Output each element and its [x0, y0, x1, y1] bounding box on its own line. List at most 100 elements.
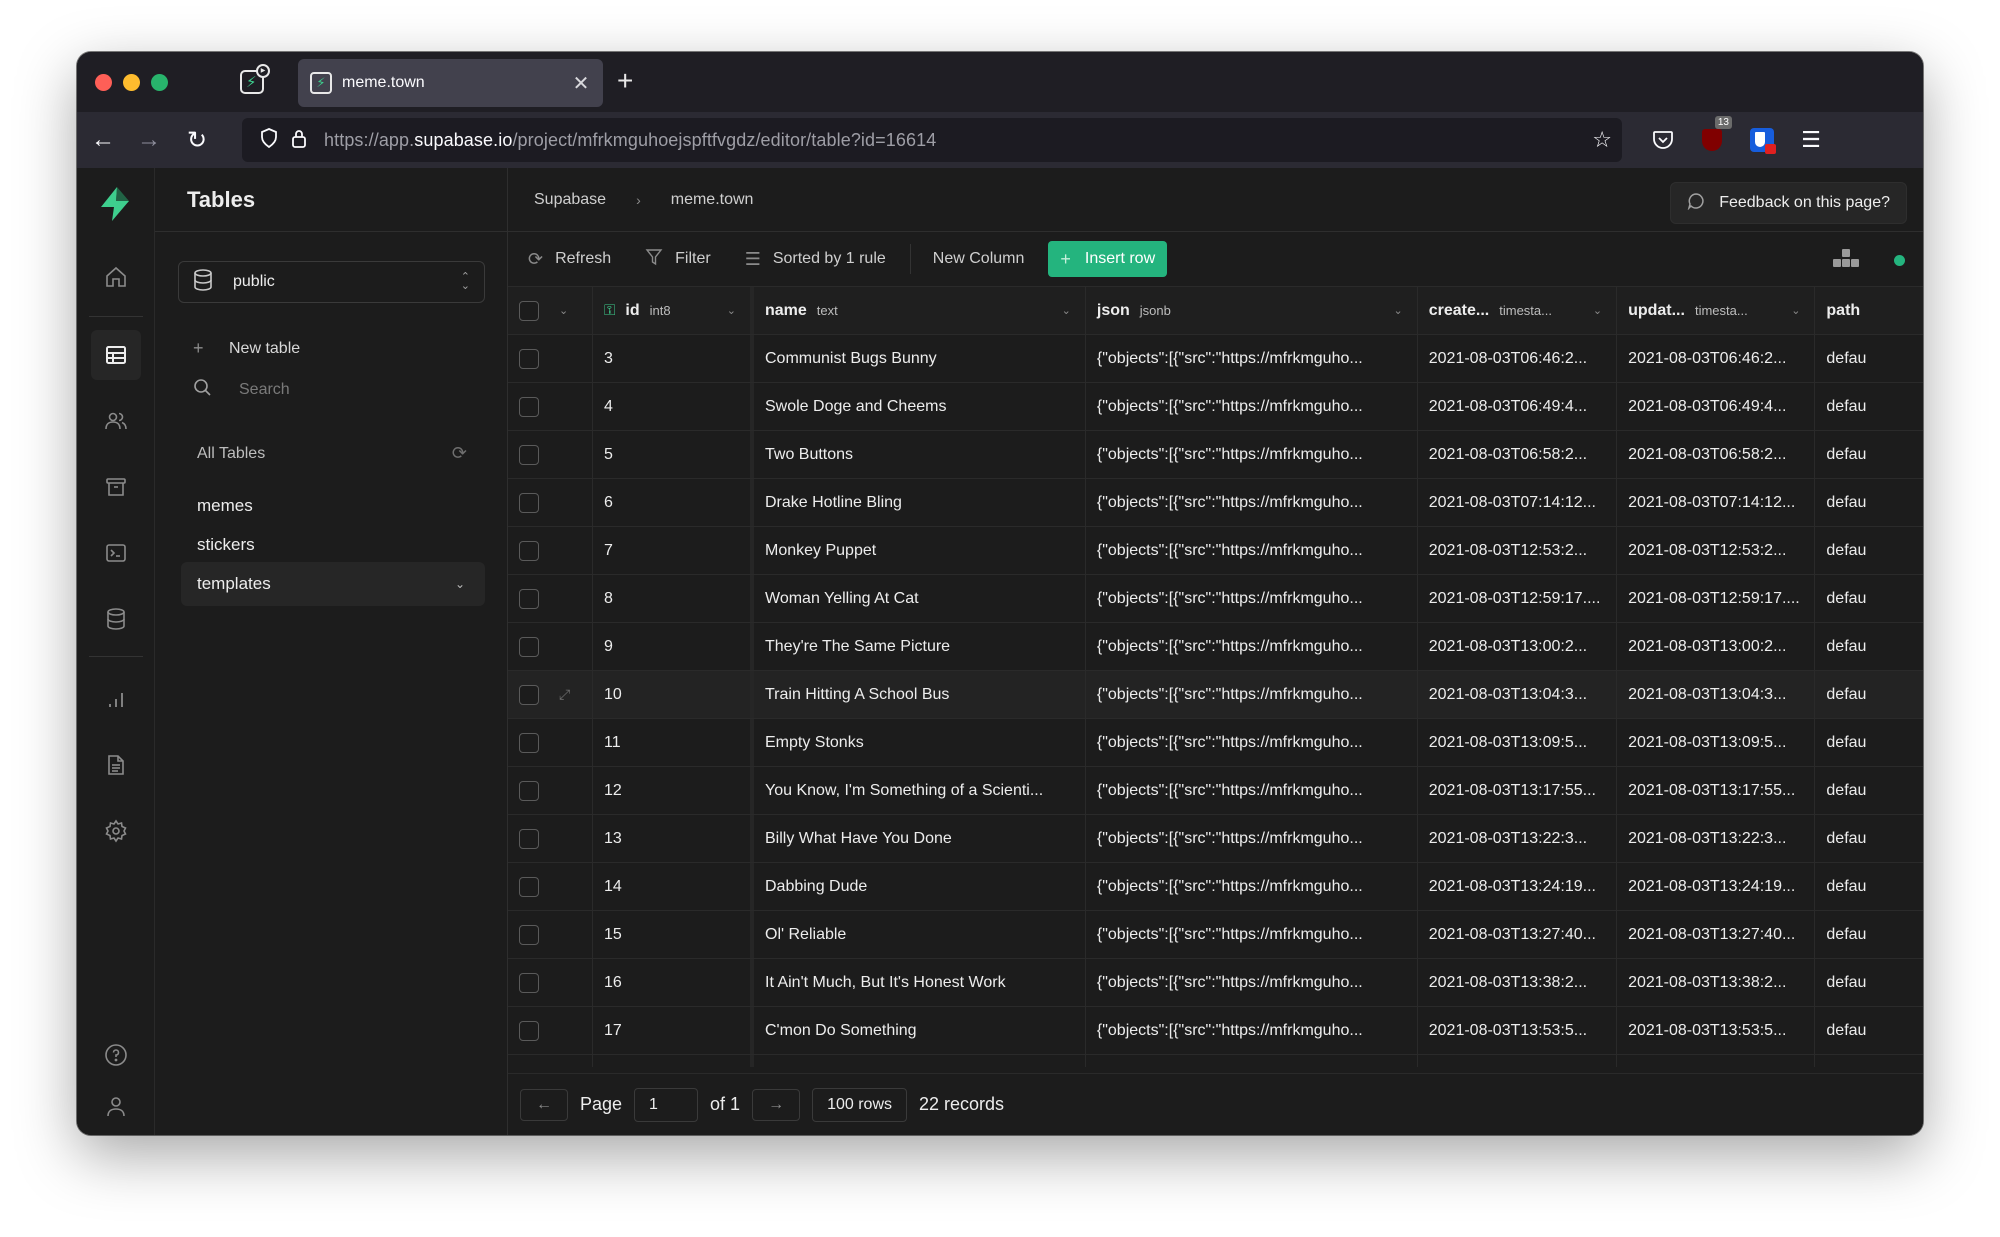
cell-path[interactable]: defau — [1815, 431, 1923, 478]
column-menu-chevron-icon[interactable]: ⌄ — [1062, 304, 1071, 317]
table-row[interactable]: 9 They're The Same Picture {"objects":[{"s… — [508, 623, 1923, 671]
cell-name[interactable]: Train Hitting A School Bus — [754, 671, 1086, 718]
filter-button[interactable]: Filter — [645, 248, 711, 271]
cell-name[interactable]: Communist Bugs Bunny — [754, 335, 1086, 382]
forward-button[interactable]: → — [133, 124, 165, 156]
browser-tab-active[interactable]: ⚡ meme.town ✕ — [298, 59, 603, 107]
row-checkbox[interactable] — [519, 348, 539, 369]
cell-updated-at[interactable]: 2021-08-03T12:59:17.... — [1617, 575, 1816, 622]
reports-chart-icon[interactable] — [91, 674, 141, 724]
refresh-tables-icon[interactable]: ⟳ — [452, 443, 467, 464]
table-item-templates[interactable]: templates ⌄ — [181, 562, 485, 606]
cell-created-at[interactable]: 2021-08-03T13:17:55... — [1418, 767, 1618, 814]
rows-per-page-button[interactable]: 100 rows — [812, 1087, 907, 1122]
cell-id[interactable]: 14 — [593, 863, 754, 910]
address-bar[interactable]: https://app.supabase.io/project/mfrkmguh… — [242, 118, 1622, 162]
bitwarden-extension-icon[interactable] — [1744, 122, 1780, 158]
cell-name[interactable]: It Ain't Much, But It's Honest Work — [754, 959, 1086, 1006]
lock-icon[interactable] — [284, 128, 314, 153]
tracking-protection-shield-icon[interactable] — [254, 127, 284, 153]
cell-path[interactable]: defau — [1815, 1007, 1923, 1054]
cell-name[interactable]: C'mon Do Something — [754, 1007, 1086, 1054]
table-row[interactable]: 14 Dabbing Dude {"objects":[{"src":"https:… — [508, 863, 1923, 911]
cell-json[interactable]: {"objects":[{"src":"https://mfrkmguho... — [1086, 527, 1418, 574]
cell-id[interactable]: 17 — [593, 1007, 754, 1054]
column-header-json[interactable]: json jsonb ⌄ — [1086, 287, 1418, 334]
close-tab-icon[interactable]: ✕ — [571, 71, 591, 96]
minimize-window-button[interactable] — [123, 74, 140, 91]
column-menu-chevron-icon[interactable]: ⌄ — [1791, 304, 1800, 317]
cell-updated-at[interactable]: 2021-08-03T13:00:2... — [1617, 623, 1816, 670]
column-menu-chevron-icon[interactable]: ⌄ — [727, 304, 736, 317]
cell-path[interactable]: defau — [1815, 767, 1923, 814]
table-row[interactable]: 5 Two Buttons {"objects":[{"src":"https://… — [508, 431, 1923, 479]
cell-path[interactable]: defau — [1815, 479, 1923, 526]
cell-json[interactable]: {"objects":[{"src":"https://mfrkmguho... — [1086, 911, 1418, 958]
new-table-button[interactable]: + New table — [193, 338, 300, 359]
row-checkbox[interactable] — [519, 780, 539, 801]
cell-created-at[interactable]: 2021-08-03T13:27:40... — [1418, 911, 1618, 958]
cell-id[interactable]: 6 — [593, 479, 754, 526]
cell-name[interactable]: They're The Same Picture — [754, 623, 1086, 670]
table-row[interactable]: 11 Empty Stonks {"objects":[{"src":"https:… — [508, 719, 1923, 767]
cell-json[interactable]: {"objects":[{"src":"https://mfrkmguho... — [1086, 431, 1418, 478]
cell-json[interactable]: {"objects":[{"src":"https://mfrkmguho... — [1086, 671, 1418, 718]
table-row[interactable]: 6 Drake Hotline Bling {"objects":[{"src":"… — [508, 479, 1923, 527]
chevron-down-icon[interactable]: ⌄ — [559, 304, 568, 317]
cell-id[interactable]: 10 — [593, 671, 754, 718]
cell-id[interactable]: 5 — [593, 431, 754, 478]
bookmark-star-icon[interactable]: ☆ — [1592, 127, 1612, 153]
chevron-down-icon[interactable]: ⌄ — [455, 577, 465, 591]
cell-created-at[interactable]: 2021-08-03T13:22:3... — [1418, 815, 1618, 862]
cell-name[interactable]: Bernie Asking Again — [754, 1055, 1086, 1067]
table-search[interactable]: Search — [193, 378, 290, 401]
cell-updated-at[interactable]: 2021-08-03T06:46:2... — [1617, 335, 1816, 382]
schema-selector[interactable]: public ⌃ ⌄ — [178, 261, 485, 303]
cell-path[interactable]: defau — [1815, 623, 1923, 670]
maximize-window-button[interactable] — [151, 74, 168, 91]
cell-created-at[interactable]: 2021-08-03T12:53:2... — [1418, 527, 1618, 574]
column-header-name[interactable]: name text ⌄ — [754, 287, 1086, 334]
cell-updated-at[interactable]: 2021-08-03T13:22:3... — [1617, 815, 1816, 862]
cell-name[interactable]: Ol' Reliable — [754, 911, 1086, 958]
cell-id[interactable]: 15 — [593, 911, 754, 958]
cell-path[interactable]: defau — [1815, 575, 1923, 622]
cell-updated-at[interactable]: 2021-08-03T13:09:5... — [1617, 719, 1816, 766]
cell-json[interactable]: {"objects":[{"src":"https://mfrkmguho... — [1086, 575, 1418, 622]
cell-updated-at[interactable]: 2021-08-03T13:04:3... — [1617, 671, 1816, 718]
cell-id[interactable]: 3 — [593, 335, 754, 382]
database-icon[interactable] — [91, 594, 141, 644]
cell-json[interactable]: {"objects":[{"src":"https://mfrkmguho... — [1086, 335, 1418, 382]
cell-updated-at[interactable]: 2021-08-03T13:38:2... — [1617, 959, 1816, 1006]
row-checkbox[interactable] — [519, 588, 539, 609]
table-row[interactable]: 3 Communist Bugs Bunny {"objects":[{"src":… — [508, 335, 1923, 383]
cell-created-at[interactable]: 2021-08-03T13:04:3... — [1418, 671, 1618, 718]
column-header-path[interactable]: path — [1815, 287, 1923, 334]
cell-json[interactable]: {"objects":[{"src":"https://mfrkmguho... — [1086, 383, 1418, 430]
search-input[interactable]: Search — [239, 381, 290, 399]
row-checkbox[interactable] — [519, 828, 539, 849]
logs-document-icon[interactable] — [91, 740, 141, 790]
cell-path[interactable]: defau — [1815, 383, 1923, 430]
cell-updated-at[interactable]: 2021-08-04T02:24:2... — [1617, 1055, 1816, 1067]
previous-page-button[interactable]: ← — [520, 1088, 568, 1121]
cell-created-at[interactable]: 2021-08-03T06:58:2... — [1418, 431, 1618, 478]
row-checkbox[interactable] — [519, 540, 539, 561]
account-user-icon[interactable] — [91, 1082, 141, 1132]
close-window-button[interactable] — [95, 74, 112, 91]
column-menu-chevron-icon[interactable]: ⌄ — [1593, 304, 1602, 317]
next-page-button[interactable]: → — [752, 1088, 801, 1121]
table-item-memes[interactable]: memes — [181, 484, 485, 528]
cell-created-at[interactable]: 2021-08-03T13:24:19... — [1418, 863, 1618, 910]
cell-json[interactable]: {"objects":[{"src":"https://mfrkmguho... — [1086, 815, 1418, 862]
column-header-created-at[interactable]: create... timesta... ⌄ — [1418, 287, 1618, 334]
cell-json[interactable]: {"objects":[{"src":"https://mfrkmguho... — [1086, 719, 1418, 766]
table-row[interactable]: 12 You Know, I'm Something of a Scienti..… — [508, 767, 1923, 815]
feedback-button[interactable]: Feedback on this page? — [1670, 182, 1907, 224]
help-icon[interactable] — [91, 1030, 141, 1080]
row-checkbox[interactable] — [519, 972, 539, 993]
cell-id[interactable]: 8 — [593, 575, 754, 622]
cell-updated-at[interactable]: 2021-08-03T13:17:55... — [1617, 767, 1816, 814]
refresh-button[interactable]: ⟳ Refresh — [528, 249, 611, 270]
row-checkbox[interactable] — [519, 444, 539, 465]
